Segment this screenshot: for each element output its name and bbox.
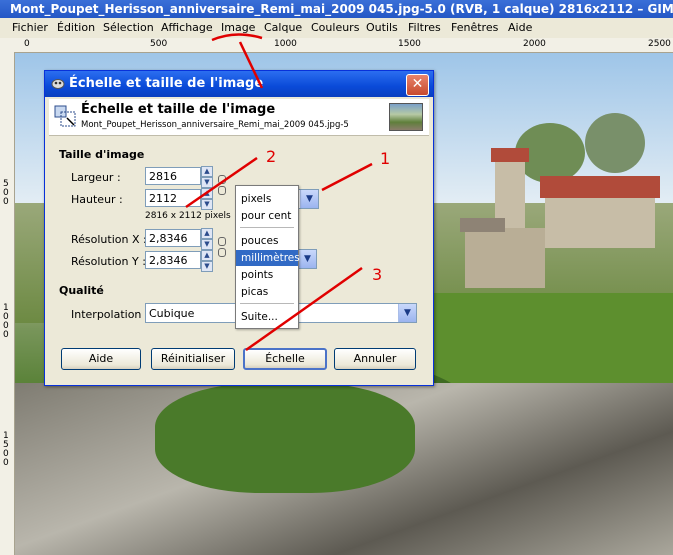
reset-button[interactable]: Réinitialiser [151,348,235,370]
unit-option-inches[interactable]: pouces [236,233,298,249]
window-titlebar: Mont_Poupet_Herisson_anniversaire_Remi_m… [0,0,673,18]
width-spinner[interactable]: ▲ ▼ [201,166,213,188]
ruler-label: 2000 [523,39,546,49]
cancel-button[interactable]: Annuler [334,348,416,370]
dialog-header-title: Échelle et taille de l'image [81,102,276,117]
ruler-label: 500 [150,39,168,49]
chevron-down-icon[interactable]: ▼ [298,250,316,268]
menu-filtres[interactable]: Filtres [408,21,441,34]
unit-dropdown-list: pixels pour cent pouces millimètres poin… [235,185,300,329]
photo-castle [460,148,665,298]
unit-option-percent[interactable]: pour cent [236,208,298,224]
ruler-label: 1000 [274,39,297,49]
pixel-size-info: 2816 x 2112 pixels [145,211,231,221]
height-input[interactable]: 2112 [145,189,201,207]
annotation-number-2: 2 [266,147,277,166]
resolution-y-label: Résolution Y : [71,255,146,268]
interpolation-value: Cubique [149,307,195,320]
resolution-y-input[interactable]: 2,8346 [145,251,201,269]
resolution-y-spinner[interactable]: ▲ ▼ [201,250,213,272]
menu-outils[interactable]: Outils [366,21,398,34]
unit-option-picas[interactable]: picas [236,284,298,300]
ruler-label: 2500 [648,39,671,49]
menu-selection[interactable]: Sélection [103,21,154,34]
height-label: Hauteur : [71,193,123,206]
resolution-x-input[interactable]: 2,8346 [145,229,201,247]
menu-image[interactable]: Image [221,21,255,34]
interpolation-label: Interpolation : [71,308,149,321]
dialog-title: Échelle et taille de l'image [69,76,264,91]
chain-link-icon[interactable] [218,237,226,263]
dialog-header-subtitle: Mont_Poupet_Herisson_anniversaire_Remi_m… [81,120,349,130]
photo-terrace [430,293,673,383]
ruler-horizontal[interactable]: 0 500 1000 1500 2000 2500 [0,38,673,53]
menu-calque[interactable]: Calque [264,21,302,34]
ruler-label: 0 [24,39,30,49]
menu-aide[interactable]: Aide [508,21,532,34]
unit-option-millimeters[interactable]: millimètres [236,250,300,266]
dropdown-separator [240,227,294,228]
menu-couleurs[interactable]: Couleurs [311,21,359,34]
annotation-number-1: 1 [380,149,391,168]
ruler-label: 1500 [398,39,421,49]
width-label: Largeur : [71,171,121,184]
height-spinner[interactable]: ▲ ▼ [201,188,213,210]
ruler-label: 1 0 0 0 [3,303,9,340]
ruler-label: 1 5 0 0 [3,431,9,468]
photo-bushes [155,383,415,493]
menubar: Fichier Édition Sélection Affichage Imag… [0,18,673,39]
menu-affichage[interactable]: Affichage [161,21,213,34]
unit-option-points[interactable]: points [236,267,298,283]
menu-edition[interactable]: Édition [57,21,95,34]
annotation-number-3: 3 [372,265,383,284]
section-image-size: Taille d'image [59,148,145,161]
width-input[interactable]: 2816 [145,167,201,185]
help-button[interactable]: Aide [61,348,141,370]
ruler-label: 5 0 0 [3,179,9,207]
menu-fichier[interactable]: Fichier [12,21,48,34]
image-thumbnail [389,103,423,131]
dialog-titlebar[interactable]: Échelle et taille de l'image ✕ [45,71,433,97]
resolution-x-spinner[interactable]: ▲ ▼ [201,228,213,250]
unit-option-pixels[interactable]: pixels [236,191,298,207]
dropdown-separator [240,303,294,304]
close-button[interactable]: ✕ [406,74,429,96]
section-quality: Qualité [59,284,104,297]
chevron-down-icon[interactable]: ▼ [398,304,416,322]
dialog-header: Échelle et taille de l'image Mont_Poupet… [49,99,429,136]
chain-link-icon[interactable] [218,175,226,201]
window-title: Mont_Poupet_Herisson_anniversaire_Remi_m… [10,2,673,16]
scale-tool-icon [54,105,76,127]
chevron-down-icon[interactable]: ▼ [300,190,318,208]
gimp-icon [51,79,65,89]
unit-option-more[interactable]: Suite... [236,309,298,325]
menu-fenetres[interactable]: Fenêtres [451,21,498,34]
ruler-vertical[interactable]: 5 0 0 1 0 0 0 1 5 0 0 [0,52,15,555]
scale-button[interactable]: Échelle [243,348,327,370]
resolution-x-label: Résolution X : [71,233,147,246]
